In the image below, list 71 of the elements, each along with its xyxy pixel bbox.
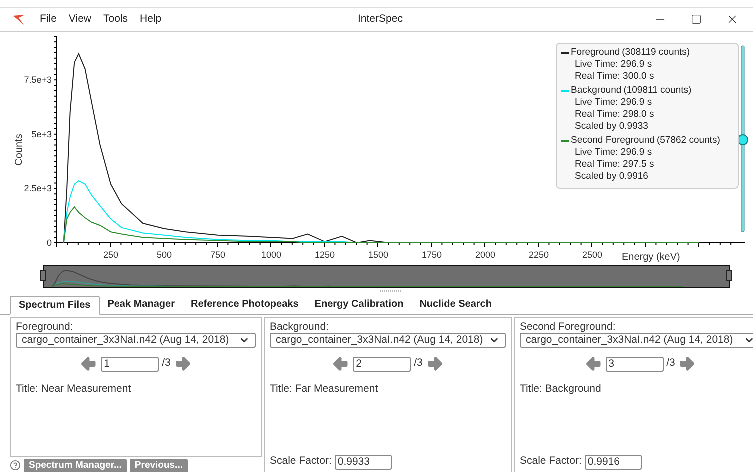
arrow-right-icon[interactable]	[174, 355, 192, 373]
scale-factor-label: Scale Factor:	[520, 454, 582, 470]
arrow-right-icon[interactable]	[426, 355, 444, 373]
y-scale-slider[interactable]	[738, 46, 748, 232]
index-field[interactable]: 2	[353, 356, 412, 372]
tab[interactable]: Energy Calibration	[306, 295, 412, 314]
legend-detail: Scaled by 0.9933	[574, 121, 648, 133]
y-axis-label: Counts	[14, 134, 25, 166]
x-axis-label: Energy (keV)	[622, 252, 680, 263]
close-icon[interactable]	[726, 13, 739, 26]
x-tick-label: 1500	[368, 250, 389, 260]
legend-count: (308119 counts)	[622, 47, 690, 59]
arrow-left-icon[interactable]	[80, 355, 98, 373]
scale-factor-label: Scale Factor:	[270, 454, 332, 470]
legend-label: Foreground	[571, 47, 620, 59]
index-total: /3	[414, 356, 423, 372]
panel-label: Background:	[270, 321, 330, 333]
menu-item[interactable]: File	[40, 12, 57, 28]
menu-item[interactable]: View	[68, 12, 92, 28]
legend-detail: Live Time: 296.9 s	[574, 59, 652, 71]
spectrum-title: Title: Far Measurement	[270, 382, 380, 397]
legend-detail: Scaled by 0.9916	[574, 171, 648, 183]
y-tick-label: 7.5e+3	[24, 75, 52, 86]
legend-count: (57862 counts)	[656, 135, 720, 147]
x-tick-label: 250	[103, 250, 119, 260]
legend-detail: Live Time: 296.9 s	[574, 147, 652, 159]
file-select[interactable]: cargo_container_3x3NaI.n42 (Aug 14, 2018)	[270, 333, 506, 348]
index-total: /3	[162, 356, 171, 372]
menu-item[interactable]: Help	[140, 12, 162, 28]
spectrum-title: Title: Background	[520, 382, 602, 397]
tab[interactable]: Reference Photopeaks	[182, 295, 307, 314]
x-tick-label: 500	[156, 250, 172, 260]
maximize-icon[interactable]	[691, 14, 702, 25]
arrow-right-icon[interactable]	[678, 355, 696, 373]
menu-item[interactable]: Tools	[104, 12, 128, 28]
app-logo-icon	[12, 14, 26, 26]
tab[interactable]: Nuclide Search	[412, 295, 500, 314]
x-tick-label: 1000	[261, 250, 282, 260]
arrow-left-icon[interactable]	[584, 355, 603, 373]
x-tick-label: 2500	[582, 250, 603, 260]
x-tick-label: 1750	[422, 250, 442, 260]
legend-label: Background	[571, 85, 622, 97]
x-tick-label: 2250	[528, 250, 550, 260]
scale-factor-field[interactable]: 0.9916	[584, 454, 642, 470]
index-field[interactable]: 3	[606, 356, 664, 372]
panel-label: Foreground:	[16, 321, 74, 333]
legend-count: (109811 counts)	[624, 85, 692, 97]
spectrum-title: Title: Near Measurement	[16, 382, 132, 397]
file-select[interactable]: cargo_container_3x3NaI.n42 (Aug 14, 2018)	[520, 333, 753, 348]
index-total: /3	[666, 356, 676, 372]
legend-detail: Real Time: 300.0 s	[574, 71, 654, 83]
index-field[interactable]: 1	[101, 356, 160, 372]
y-tick-label: 5e+3	[32, 129, 52, 140]
overview-strip[interactable]	[40, 266, 732, 288]
file-select[interactable]: cargo_container_3x3NaI.n42 (Aug 14, 2018)	[16, 333, 256, 348]
x-tick-label: 750	[210, 250, 226, 260]
panel-label: Second Foreground:	[520, 321, 617, 333]
x-tick-label: 2000	[475, 250, 496, 260]
legend-detail: Real Time: 297.5 s	[574, 159, 654, 171]
x-tick-label: 1250	[314, 250, 336, 260]
y-tick-label: 2.5e+3	[24, 184, 52, 194]
window-title: InterSpec	[358, 12, 403, 27]
tab[interactable]: Spectrum Files	[10, 296, 100, 315]
legend-detail: Live Time: 296.9 s	[574, 97, 652, 109]
scale-factor-field[interactable]: 0.9933	[334, 454, 392, 470]
help-icon[interactable]	[10, 460, 21, 471]
y-tick-label: 0	[46, 238, 52, 248]
legend-detail: Real Time: 298.0 s	[574, 109, 654, 121]
legend-label: Second Foreground	[571, 135, 655, 147]
tab[interactable]: Peak Manager	[100, 295, 183, 314]
arrow-left-icon[interactable]	[332, 355, 350, 373]
